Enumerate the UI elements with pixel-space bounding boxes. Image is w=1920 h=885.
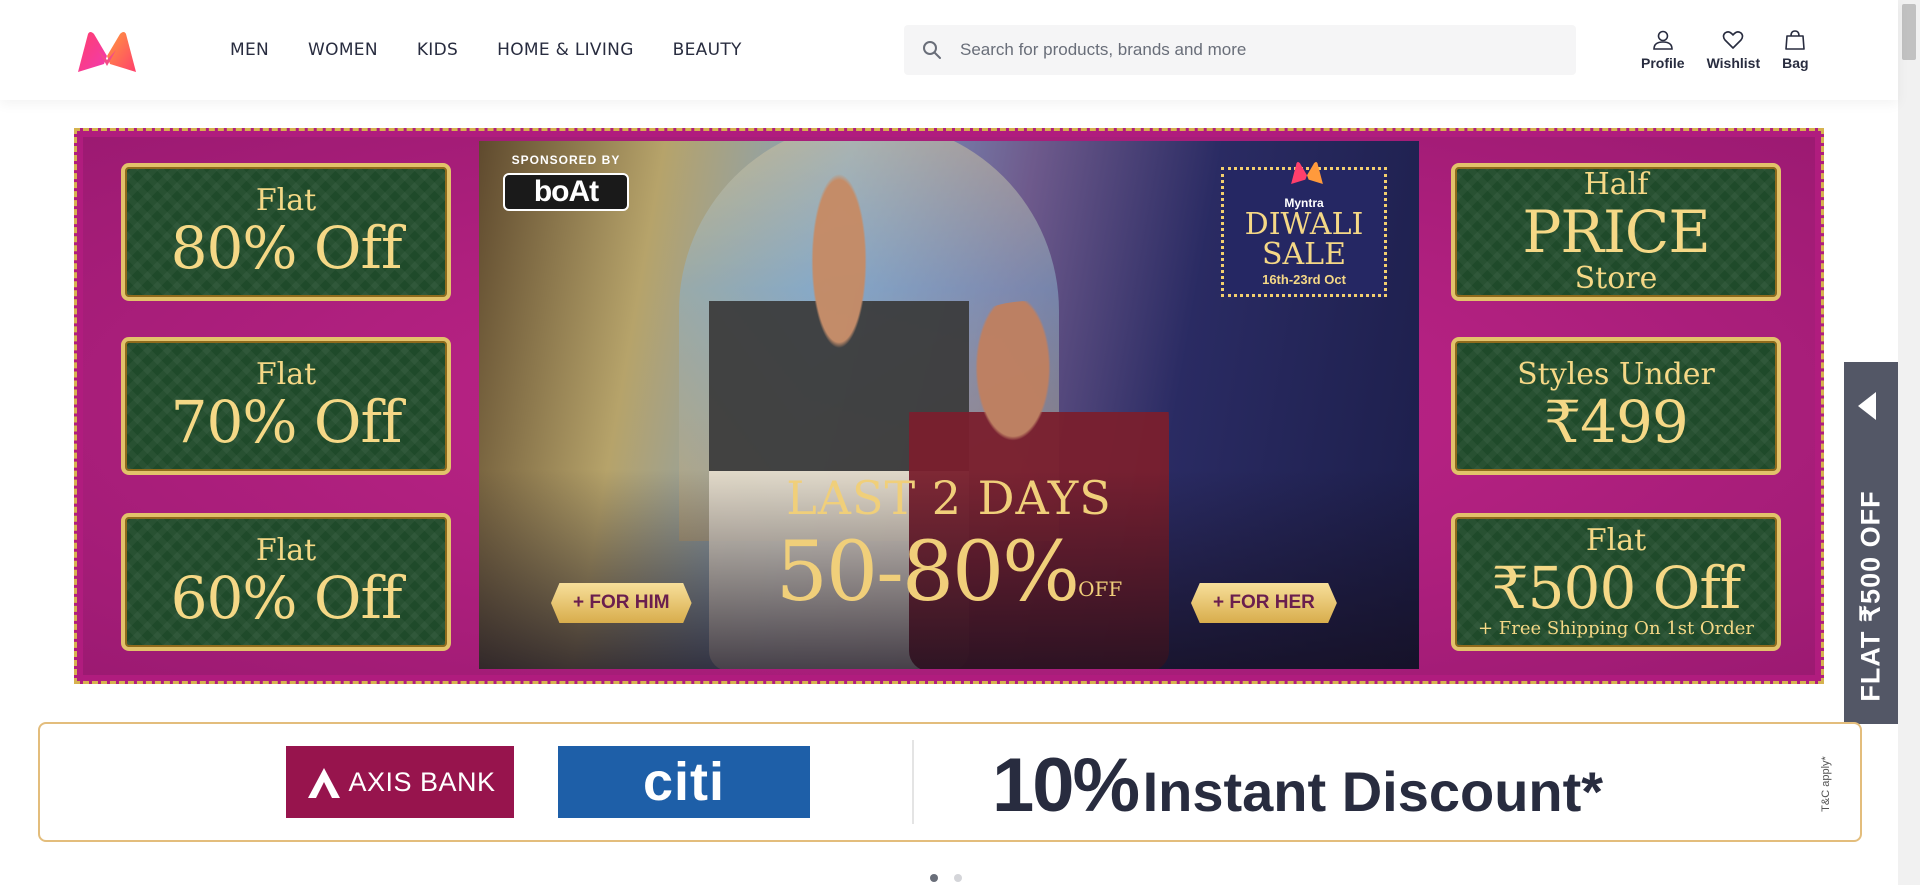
headline: LAST 2 DAYS [786, 471, 1112, 525]
profile-button[interactable]: Profile [1641, 28, 1685, 71]
discount-range: 50-80% [775, 525, 1080, 620]
offer-flat-70[interactable]: Flat 70% Off [121, 337, 451, 475]
axis-bank-logo: AXIS BANK [286, 746, 514, 818]
tnc-note: T&C apply* [1820, 756, 1832, 812]
offer-flat-80[interactable]: Flat 80% Off [121, 163, 451, 301]
sponsor-label: SPONSORED BY [511, 153, 621, 167]
bank-offer-strip[interactable]: AXIS BANK citi 10% Instant Discount* T&C… [38, 722, 1862, 842]
offer-flat-60[interactable]: Flat 60% Off [121, 513, 451, 651]
offer-line2: 80% Off [170, 214, 403, 282]
site-header: MEN WOMEN KIDS HOME & LIVING BEAUTY Prof… [0, 0, 1898, 100]
nav-kids[interactable]: KIDS [417, 40, 458, 60]
page-scrollbar[interactable] [1898, 0, 1920, 885]
offer-line2: ₹500 Off [1491, 554, 1742, 622]
main-nav: MEN WOMEN KIDS HOME & LIVING BEAUTY [230, 0, 781, 100]
nav-home-living[interactable]: HOME & LIVING [497, 40, 634, 60]
offer-line3: Store [1574, 261, 1658, 296]
offer-line1: Half [1583, 167, 1649, 202]
nav-men[interactable]: MEN [230, 40, 269, 60]
offer-line2: 70% Off [170, 388, 403, 456]
bag-button[interactable]: Bag [1782, 28, 1809, 71]
carousel-dots [930, 874, 978, 882]
offer-flat-500[interactable]: Flat ₹500 Off + Free Shipping On 1st Ord… [1451, 513, 1781, 651]
offer-line1: Flat [255, 183, 317, 218]
offer-line1: Flat [255, 357, 317, 392]
caret-left-icon[interactable] [1858, 392, 1876, 420]
offer-percent: 10% [992, 743, 1140, 828]
sponsor-block: SPONSORED BY boAt [503, 153, 629, 211]
search-bar[interactable] [904, 25, 1576, 75]
offer-line2: PRICE [1522, 198, 1710, 266]
myntra-mini-logo [1291, 162, 1323, 184]
discount-suffix: OFF [1078, 577, 1123, 601]
sale-dates: 16th-23rd Oct [1262, 272, 1346, 287]
bag-icon [1785, 30, 1806, 50]
diwali-sale-badge: Myntra DIWALI SALE 16th-23rd Oct [1221, 162, 1387, 297]
side-tab-label: FLAT ₹500 OFF [1855, 490, 1886, 702]
profile-label: Profile [1641, 55, 1685, 71]
citi-logo: citi [558, 746, 810, 818]
bank-offer-text: 10% Instant Discount* [992, 742, 1603, 829]
bag-label: Bag [1782, 55, 1809, 71]
offer-half-price[interactable]: Half PRICE Store [1451, 163, 1781, 301]
offer-line1: Flat [1585, 523, 1647, 558]
flat-500-side-tab[interactable]: FLAT ₹500 OFF [1844, 362, 1898, 724]
offer-line2: ₹499 [1544, 388, 1689, 456]
nav-women[interactable]: WOMEN [308, 40, 378, 60]
heart-icon [1723, 31, 1744, 49]
wishlist-button[interactable]: Wishlist [1706, 28, 1761, 71]
for-her-button[interactable]: + FOR HER [1191, 583, 1337, 623]
offer-line1: Flat [255, 533, 317, 568]
myntra-logo[interactable] [76, 30, 138, 74]
offer-styles-under-499[interactable]: Styles Under ₹499 [1451, 337, 1781, 475]
axis-bank-icon [308, 768, 341, 798]
sale-title-2: SALE [1261, 237, 1347, 272]
offer-line3: + Free Shipping On 1st Order [1477, 618, 1755, 639]
carousel-dot-1[interactable] [930, 874, 938, 882]
search-input[interactable] [960, 25, 1576, 75]
axis-bank-name: AXIS BANK [348, 766, 496, 797]
divider [912, 740, 914, 824]
sale-title-1: DIWALI [1244, 207, 1364, 242]
person-icon [1652, 30, 1673, 50]
offer-line1: Styles Under [1517, 357, 1715, 392]
for-him-button[interactable]: + FOR HIM [551, 583, 692, 623]
diwali-sale-banner[interactable]: Flat 80% Off Flat 70% Off Flat 60% Off S… [74, 128, 1824, 684]
carousel-dot-2[interactable] [954, 874, 962, 882]
search-icon[interactable] [904, 25, 960, 75]
scroll-thumb[interactable] [1902, 4, 1916, 60]
header-actions: Profile Wishlist Bag [1630, 28, 1820, 71]
hero-image[interactable]: SPONSORED BY boAt Myntra DIWALI SALE 16t… [479, 141, 1419, 669]
boat-logo: boAt [503, 173, 629, 211]
offer-line2: 60% Off [170, 564, 403, 632]
offer-label: Instant Discount* [1142, 760, 1604, 823]
nav-beauty[interactable]: BEAUTY [673, 40, 742, 60]
wishlist-label: Wishlist [1706, 55, 1761, 71]
